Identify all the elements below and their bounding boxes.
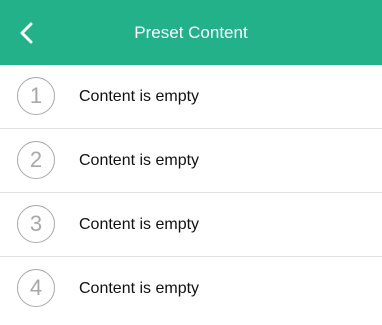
navigation-header: Preset Content — [0, 0, 382, 65]
number-badge: 1 — [17, 77, 55, 115]
list-item-2[interactable]: 2 Content is empty — [0, 129, 382, 193]
preset-content-list: 1 Content is empty 2 Content is empty 3 … — [0, 65, 382, 320]
list-item-text: Content is empty — [79, 88, 200, 105]
list-item-3[interactable]: 3 Content is empty — [0, 193, 382, 257]
number-badge: 2 — [17, 141, 55, 179]
list-item-4[interactable]: 4 Content is empty — [0, 257, 382, 320]
list-item-text: Content is empty — [79, 280, 200, 297]
list-item-1[interactable]: 1 Content is empty — [0, 65, 382, 129]
number-badge: 3 — [17, 205, 55, 243]
list-item-text: Content is empty — [79, 216, 200, 233]
list-item-text: Content is empty — [79, 152, 200, 169]
page-title: Preset Content — [134, 23, 248, 42]
number-badge: 4 — [17, 269, 55, 307]
